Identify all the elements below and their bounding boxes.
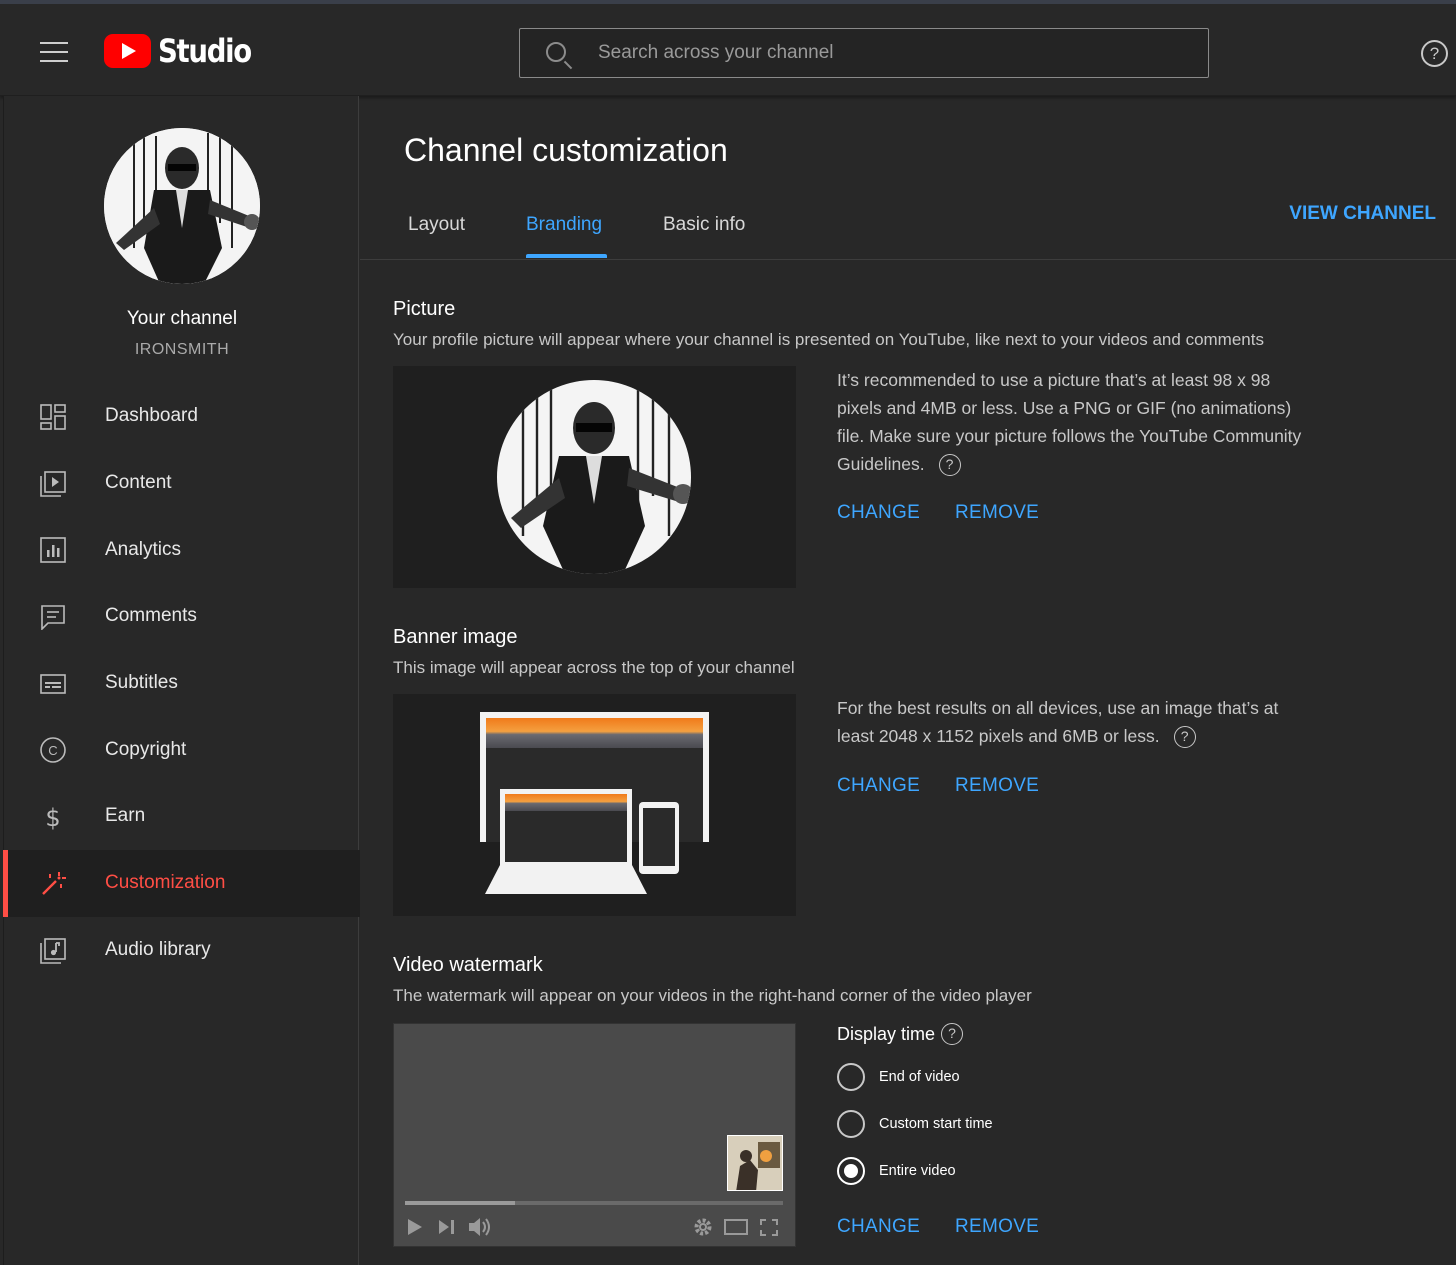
sidebar-item-earn[interactable]: $ Earn bbox=[4, 783, 360, 850]
play-icon[interactable] bbox=[407, 1218, 423, 1236]
tab-basic-info[interactable]: Basic info bbox=[663, 214, 745, 236]
content-icon bbox=[40, 470, 66, 497]
sidebar-item-label: Content bbox=[105, 472, 172, 494]
display-time-help-icon[interactable]: ? bbox=[941, 1023, 964, 1045]
radio-label: Custom start time bbox=[879, 1116, 993, 1132]
radio-entire-video[interactable]: Entire video bbox=[837, 1157, 956, 1185]
player-progress-track[interactable] bbox=[405, 1201, 783, 1205]
watermark-section-description: The watermark will appear on your videos… bbox=[393, 986, 1032, 1005]
view-channel-button[interactable]: VIEW CHANNEL bbox=[1289, 203, 1436, 225]
tab-layout[interactable]: Layout bbox=[408, 214, 465, 236]
sidebar-item-dashboard[interactable]: Dashboard bbox=[4, 383, 360, 450]
radio-label: End of video bbox=[879, 1069, 960, 1085]
volume-icon[interactable] bbox=[468, 1216, 494, 1238]
picture-remove-button[interactable]: REMOVE bbox=[955, 502, 1039, 524]
logo-text: Studio bbox=[158, 32, 252, 70]
sidebar-item-label: Copyright bbox=[105, 738, 187, 760]
banner-info-text: For the best results on all devices, use… bbox=[837, 698, 1279, 746]
sidebar-item-label: Analytics bbox=[105, 538, 182, 560]
display-time-heading: Display time? bbox=[837, 1023, 964, 1045]
radio-button[interactable] bbox=[837, 1110, 865, 1138]
sidebar-item-analytics[interactable]: Analytics bbox=[4, 516, 360, 583]
analytics-icon bbox=[40, 537, 66, 564]
radio-button-selected[interactable] bbox=[837, 1157, 865, 1185]
channel-title: Your channel bbox=[126, 308, 238, 329]
fullscreen-icon[interactable] bbox=[760, 1219, 778, 1236]
banner-preview bbox=[393, 694, 796, 916]
sidebar-item-content[interactable]: Content bbox=[4, 450, 360, 517]
search-icon[interactable] bbox=[546, 42, 566, 62]
player-progress-fill bbox=[405, 1201, 515, 1205]
picture-info: It’s recommended to use a picture that’s… bbox=[837, 366, 1307, 478]
main-content: Channel customization Layout Branding Ba… bbox=[360, 96, 1456, 1265]
banner-section-description: This image will appear across the top of… bbox=[393, 658, 795, 677]
sidebar-item-audio-library[interactable]: Audio library bbox=[4, 917, 360, 984]
picture-section-title: Picture bbox=[393, 298, 456, 320]
sidebar-nav: Dashboard Content Analytics Comments Sub… bbox=[3, 383, 360, 984]
theater-mode-icon[interactable] bbox=[724, 1219, 748, 1235]
watermark-thumbnail bbox=[727, 1135, 783, 1191]
sidebar-item-label: Audio library bbox=[105, 938, 211, 960]
svg-text:$: $ bbox=[45, 804, 60, 830]
channel-handle: IRONSMITH bbox=[134, 341, 230, 358]
radio-end-of-video[interactable]: End of video bbox=[837, 1063, 960, 1091]
sidebar-item-copyright[interactable]: C Copyright bbox=[4, 716, 360, 783]
sidebar-item-label: Comments bbox=[105, 605, 197, 627]
youtube-logo-icon bbox=[104, 34, 151, 68]
radio-custom-start-time[interactable]: Custom start time bbox=[837, 1110, 993, 1138]
customization-icon bbox=[42, 871, 66, 895]
banner-remove-button[interactable]: REMOVE bbox=[955, 775, 1039, 797]
watermark-section-title: Video watermark bbox=[393, 954, 543, 976]
svg-text:C: C bbox=[48, 743, 57, 758]
picture-change-button[interactable]: CHANGE bbox=[837, 502, 920, 524]
banner-change-button[interactable]: CHANGE bbox=[837, 775, 920, 797]
display-time-label: Display time bbox=[837, 1023, 936, 1044]
sidebar-item-label: Earn bbox=[105, 805, 146, 827]
tab-branding[interactable]: Branding bbox=[526, 214, 602, 236]
picture-help-icon[interactable]: ? bbox=[938, 454, 961, 477]
sidebar-item-customization[interactable]: Customization bbox=[3, 849, 360, 917]
picture-section-description: Your profile picture will appear where y… bbox=[393, 330, 1264, 349]
page-title: Channel customization bbox=[404, 132, 728, 168]
subtitles-icon bbox=[40, 673, 66, 694]
search-input[interactable] bbox=[598, 29, 1188, 77]
search-box[interactable] bbox=[519, 28, 1209, 78]
watermark-change-button[interactable]: CHANGE bbox=[837, 1216, 920, 1238]
picture-preview bbox=[393, 366, 796, 588]
radio-label: Entire video bbox=[879, 1163, 956, 1179]
menu-icon[interactable] bbox=[40, 42, 68, 64]
sidebar-item-label: Dashboard bbox=[105, 405, 198, 427]
watermark-preview bbox=[393, 1023, 796, 1247]
comments-icon bbox=[41, 605, 65, 631]
watermark-remove-button[interactable]: REMOVE bbox=[955, 1216, 1039, 1238]
dashboard-icon bbox=[40, 404, 66, 430]
banner-section-title: Banner image bbox=[393, 626, 518, 648]
channel-avatar[interactable] bbox=[104, 128, 260, 284]
tabs-divider bbox=[360, 259, 1456, 260]
sidebar-item-label: Subtitles bbox=[105, 672, 178, 694]
banner-info: For the best results on all devices, use… bbox=[837, 694, 1307, 750]
settings-gear-icon[interactable] bbox=[693, 1217, 713, 1237]
radio-button[interactable] bbox=[837, 1063, 865, 1091]
sidebar-item-comments[interactable]: Comments bbox=[4, 583, 360, 650]
sidebar-item-label: Customization bbox=[105, 872, 226, 894]
help-icon[interactable]: ? bbox=[1421, 40, 1448, 67]
skip-next-icon[interactable] bbox=[438, 1219, 456, 1235]
sidebar-item-subtitles[interactable]: Subtitles bbox=[4, 650, 360, 717]
sidebar: Your channel IRONSMITH Dashboard Content… bbox=[3, 96, 360, 1265]
earn-icon: $ bbox=[45, 804, 60, 830]
active-tab-indicator bbox=[526, 254, 607, 258]
picture-info-text: It’s recommended to use a picture that’s… bbox=[837, 370, 1302, 474]
studio-logo[interactable]: Studio bbox=[104, 32, 266, 70]
banner-help-icon[interactable]: ? bbox=[1173, 726, 1196, 749]
audio-library-icon bbox=[40, 937, 66, 964]
top-bar: Studio ? bbox=[0, 0, 1456, 96]
copyright-icon: C bbox=[40, 737, 66, 764]
